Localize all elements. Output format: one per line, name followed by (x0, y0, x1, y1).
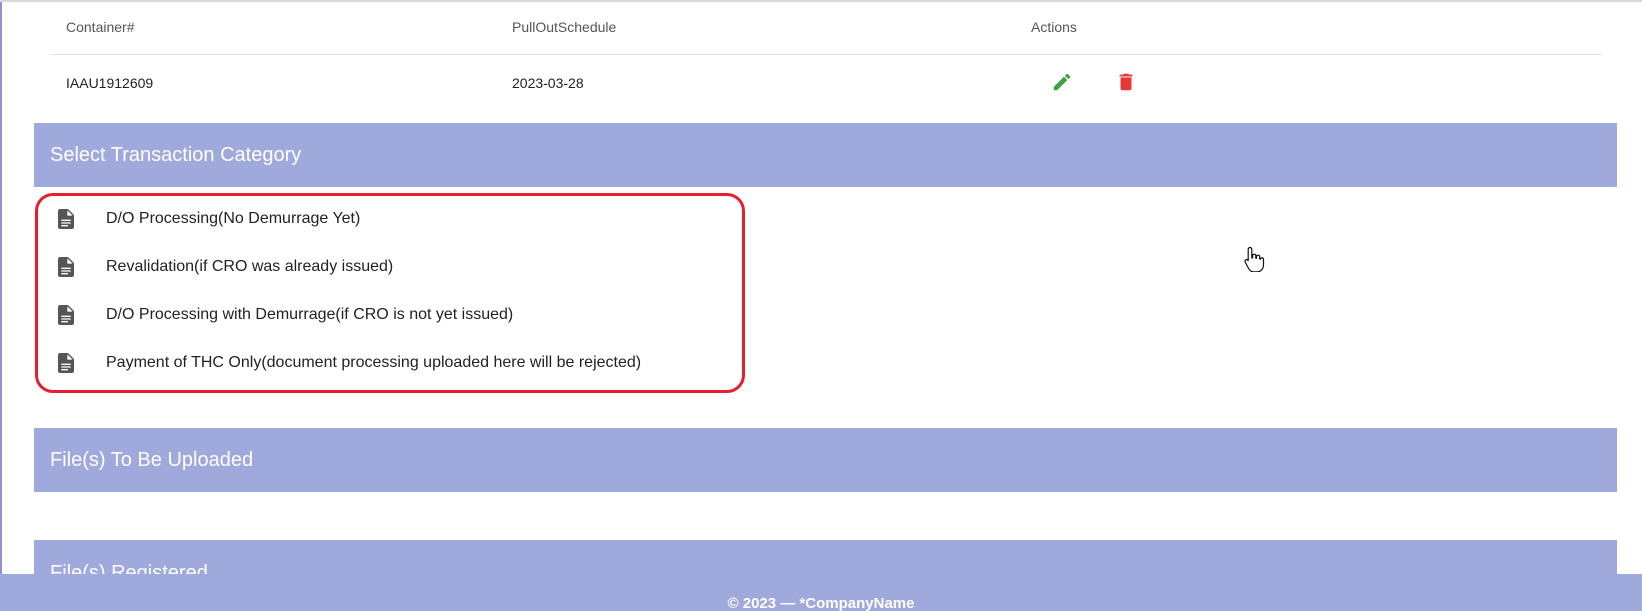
document-icon (58, 305, 74, 325)
trash-icon[interactable] (1115, 71, 1137, 93)
document-icon (58, 257, 74, 277)
category-item-do-processing[interactable]: D/O Processing(No Demurrage Yet) (58, 204, 360, 234)
footer: © 2023 — *CompanyName (0, 574, 1642, 611)
cell-container: IAAU1912609 (66, 75, 154, 91)
category-item-do-processing-demurrage[interactable]: D/O Processing with Demurrage(if CRO is … (58, 300, 513, 330)
category-label: D/O Processing(No Demurrage Yet) (106, 210, 361, 227)
container-table: Container# PullOutSchedule Actions IAAU1… (50, 0, 1602, 109)
table-header: Container# PullOutSchedule Actions (50, 0, 1602, 55)
table-row: IAAU1912609 2023-03-28 (50, 55, 1602, 109)
header-container: Container# (66, 19, 135, 35)
category-item-revalidation[interactable]: Revalidation(if CRO was already issued) (58, 252, 393, 282)
section-transaction-category-title: Select Transaction Category (50, 143, 302, 166)
document-icon (58, 209, 74, 229)
category-label: Payment of THC Only(document processing … (106, 354, 642, 371)
header-actions: Actions (1031, 19, 1077, 35)
category-item-thc-payment[interactable]: Payment of THC Only(document processing … (58, 348, 641, 378)
left-rail (0, 0, 2, 611)
section-files-to-upload: File(s) To Be Uploaded (34, 428, 1617, 492)
hand-cursor-icon (1244, 246, 1265, 272)
header-pullout-schedule: PullOutSchedule (512, 19, 617, 35)
section-transaction-category: Select Transaction Category (34, 123, 1617, 187)
cell-pullout-schedule: 2023-03-28 (512, 75, 584, 91)
category-label: Revalidation(if CRO was already issued) (106, 258, 394, 275)
pencil-icon[interactable] (1051, 71, 1073, 93)
category-label: D/O Processing with Demurrage(if CRO is … (106, 306, 514, 323)
section-files-to-upload-title: File(s) To Be Uploaded (50, 448, 254, 471)
footer-copyright: © 2023 — *CompanyName (727, 595, 915, 611)
document-icon (58, 353, 74, 373)
